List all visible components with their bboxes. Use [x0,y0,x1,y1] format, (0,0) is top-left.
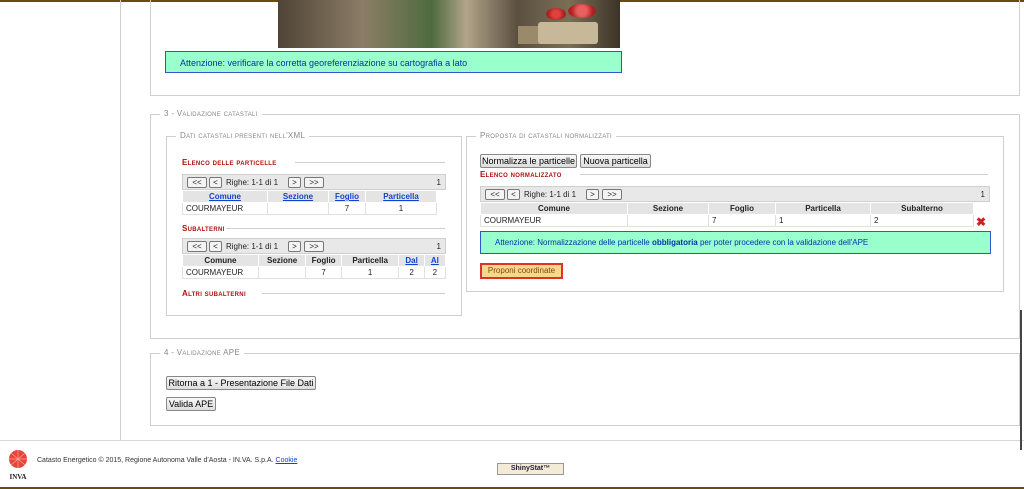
rows-count: 1 [980,190,985,199]
next-page-button[interactable]: > [586,189,599,200]
cell-foglio: 7 [328,202,366,215]
next-page-button[interactable]: > [288,177,301,188]
left-divider [120,0,121,440]
rows-info: Righe: 1-1 di 1 [524,190,577,199]
ritorna-button[interactable]: Ritorna a 1 - Presentazione File Dati [166,376,316,390]
cell-sezione [267,202,329,215]
prev-page-button[interactable]: < [209,241,222,252]
table-row: COURMAYEUR 7 1 [182,202,437,215]
cell-particella: 1 [775,214,871,227]
section4-legend: 4 - Validazione APE [160,348,245,357]
cell-comune: COURMAYEUR [182,266,259,279]
georef-notice: Attenzione: verificare la corretta geore… [165,51,622,73]
valida-ape-button[interactable]: Valida APE [166,397,216,411]
col-sezione: Sezione [627,202,709,215]
col-subalterno: Subalterno [870,202,974,215]
normalizzato-pager: << < Righe: 1-1 di 1 > >> 1 [480,186,990,202]
normalizzato-table: Comune Sezione Foglio Particella Subalte… [480,202,974,227]
rows-info: Righe: 1-1 di 1 [226,178,279,187]
subalterni-table: Comune Sezione Foglio Particella Dal Al … [182,254,447,279]
particelle-pager: << < Righe: 1-1 di 1 > >> 1 [182,174,446,190]
subalterni-title: Subalterni [182,224,225,233]
col-sezione[interactable]: Sezione [267,190,329,203]
normalizzazione-notice: Attenzione: Normalizzazione delle partic… [480,231,991,254]
nuova-particella-button[interactable]: Nuova particella [580,154,651,168]
delete-row-icon[interactable]: ✖ [976,216,986,228]
subalterni-rule [226,228,445,229]
normalizza-button[interactable]: Normalizza le particelle [480,154,577,168]
col-comune: Comune [480,202,628,215]
section3-legend: 3 - Validazione catastali [160,109,262,118]
notice-text: Attenzione: Normalizzazione delle partic… [495,238,652,247]
inva-logo: INVA [6,449,30,481]
particelle-title: Elenco delle particelle [182,158,277,167]
col-particella[interactable]: Particella [365,190,437,203]
prev-page-button[interactable]: < [507,189,520,200]
building-photo [278,0,620,48]
col-comune: Comune [182,254,259,267]
cell-comune: COURMAYEUR [480,214,628,227]
table-row: COURMAYEUR 7 1 2 [480,214,974,227]
particelle-rule [295,162,445,163]
prev-page-button[interactable]: < [209,177,222,188]
normalizzato-rule [580,174,988,175]
rows-count: 1 [436,178,441,187]
proposta-legend: Proposta di catastali normalizzati [476,131,616,140]
cell-particella: 1 [340,266,400,279]
table-row: COURMAYEUR 7 1 2 2 [182,266,447,279]
last-page-button[interactable]: >> [304,241,324,252]
altri-subalterni-title: Altri subalterni [182,289,246,298]
svg-text:INVA: INVA [10,473,27,481]
first-page-button[interactable]: << [485,189,505,200]
col-foglio: Foglio [708,202,776,215]
last-page-button[interactable]: >> [602,189,622,200]
notice-bold: obbligatoria [651,238,698,247]
footer-copyright: Catasto Energetico © 2015, Regione Auton… [37,457,297,464]
cell-comune: COURMAYEUR [182,202,268,215]
cell-particella: 1 [365,202,437,215]
subalterni-pager: << < Righe: 1-1 di 1 > >> 1 [182,238,446,254]
col-comune[interactable]: Comune [182,190,268,203]
first-page-button[interactable]: << [187,241,207,252]
particelle-table: Comune Sezione Foglio Particella COURMAY… [182,190,437,215]
col-foglio: Foglio [305,254,342,267]
scrollbar[interactable] [1020,310,1022,450]
rows-info: Righe: 1-1 di 1 [226,242,279,251]
cell-foglio: 7 [708,214,776,227]
next-page-button[interactable]: > [288,241,301,252]
notice-text-end: per poter procedere con la validazione d… [697,238,869,247]
col-dal[interactable]: Dal [398,254,425,267]
altri-rule [262,293,445,294]
col-foglio[interactable]: Foglio [328,190,366,203]
dati-xml-legend: Dati catastali presenti nell'XML [176,131,310,140]
col-sezione: Sezione [257,254,307,267]
footer-divider [0,440,1024,441]
cell-sezione [257,266,307,279]
cell-dal: 2 [398,266,425,279]
first-page-button[interactable]: << [187,177,207,188]
col-particella: Particella [775,202,871,215]
cell-al: 2 [423,266,447,279]
col-particella: Particella [340,254,400,267]
last-page-button[interactable]: >> [304,177,324,188]
elenco-normalizzato-title: Elenco normalizzato [480,170,562,179]
rows-count: 1 [436,242,441,251]
cell-sezione [627,214,709,227]
cookie-link[interactable]: Cookie [276,457,298,464]
col-al[interactable]: Al [423,254,447,267]
cell-foglio: 7 [305,266,342,279]
cell-subalterno: 2 [870,214,974,227]
footer-copyright-text: Catasto Energetico © 2015, Regione Auton… [37,457,274,464]
proponi-coordinate-button[interactable]: Proponi coordinate [480,263,563,279]
shinystat-badge[interactable]: ShinyStat™ [497,463,564,475]
